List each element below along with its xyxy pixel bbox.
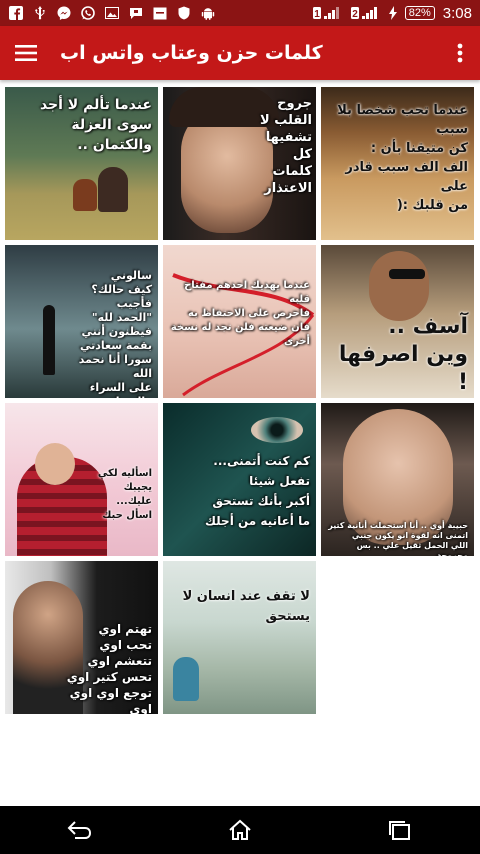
children-figure [98,167,128,212]
whatsapp-icon [80,6,96,20]
app-title: كلمات حزن وعتاب واتس اب [60,42,323,64]
tile-caption: تهتم اوي تحب اوي تتعشم اوي تحس كتير اوي … [66,622,152,714]
image-tile[interactable]: لا تقف عند انسان لا يستحق [163,561,316,714]
image-tile[interactable]: كم كنت أتمنى... تفعل شيئا أكبر بأنك تستح… [163,403,316,556]
shield-icon [176,6,192,20]
person-silhouette [43,305,55,375]
tile-caption: عندما تألم لا أجد سوى العزلة والكتمان .. [39,97,152,153]
status-notifications [8,6,216,20]
status-bar: 1 2 82% 3:08 [0,0,480,26]
image-icon [104,6,120,20]
status-system: 1 2 82% 3:08 [312,4,472,22]
battery-indicator: 82% [404,6,435,20]
tile-caption: عندما تحب شخصا بلا سبب كن متيقنا بأن : ا… [337,103,468,213]
sim1-signal-icon: 1 [312,6,343,20]
tile-caption: حبيبة أوي .. أنا استحملت أنانية كتير اتم… [328,521,468,556]
tile-caption: سالوني كيف حالك؟ فأجيب "الحمد لله" فيظنو… [78,269,152,398]
image-tile[interactable]: حبيبة أوي .. أنا استحملت أنانية كتير اتم… [321,403,474,556]
image-tile[interactable]: جروح القلب لا تشفيها كل كلمات الاعتذار [163,87,316,240]
image-tile[interactable]: آسف .. وين اصرفها ! [321,245,474,398]
sunglasses [389,269,425,279]
android-icon [200,6,216,20]
facebook-icon [8,6,24,20]
child-figure [173,657,199,701]
nav-bar [0,806,480,854]
image-tile[interactable]: عندما تألم لا أجد سوى العزلة والكتمان .. [5,87,158,240]
sim2-label: 2 [352,9,358,20]
app-bar: كلمات حزن وعتاب واتس اب [0,26,480,80]
image-tile[interactable]: تهتم اوي تحب اوي تتعشم اوي تحس كتير اوي … [5,561,158,714]
face-figure [35,443,75,485]
home-icon[interactable] [210,806,270,854]
status-time: 3:08 [442,4,472,22]
image-tile[interactable]: اسأليه لكي يجيبك عليك... اسأل حبك [5,403,158,556]
image-tile[interactable]: عندما تحب شخصا بلا سبب كن متيقنا بأن : ا… [321,87,474,240]
overflow-menu-icon[interactable] [448,38,472,68]
tile-caption: عندما يهديك احدهم مفتاح قلبه فاحرص على ا… [170,280,310,347]
tile-caption: اسأليه لكي يجيبك عليك... اسأل حبك [97,468,152,521]
sim2-signal-icon: 2 [350,6,381,20]
charging-icon [388,6,397,20]
tile-caption: لا تقف عند انسان لا يستحق [182,589,310,624]
messenger-icon [56,6,72,20]
app-bar-left: كلمات حزن وعتاب واتس اب [14,41,323,65]
tile-caption: آسف .. وين اصرفها ! [338,314,468,395]
chat-icon [128,6,144,20]
tile-caption: كم كنت أتمنى... تفعل شيئا أكبر بأنك تستح… [204,454,310,528]
sim1-label: 1 [314,9,320,20]
recents-icon[interactable] [370,806,430,854]
tile-caption: جروح القلب لا تشفيها كل كلمات الاعتذار [260,96,312,196]
screenshot-icon [152,6,168,20]
boy-figure [369,251,429,321]
usb-icon [32,6,48,20]
image-grid: عندما تألم لا أجد سوى العزلة والكتمان ..… [5,87,475,714]
hamburger-menu-icon[interactable] [14,41,38,65]
image-tile[interactable]: عندما يهديك احدهم مفتاح قلبه فاحرص على ا… [163,245,316,398]
children-figure [73,179,97,211]
image-tile[interactable]: سالوني كيف حالك؟ فأجيب "الحمد لله" فيظنو… [5,245,158,398]
back-icon[interactable] [50,806,110,854]
eye-figure [251,417,303,443]
